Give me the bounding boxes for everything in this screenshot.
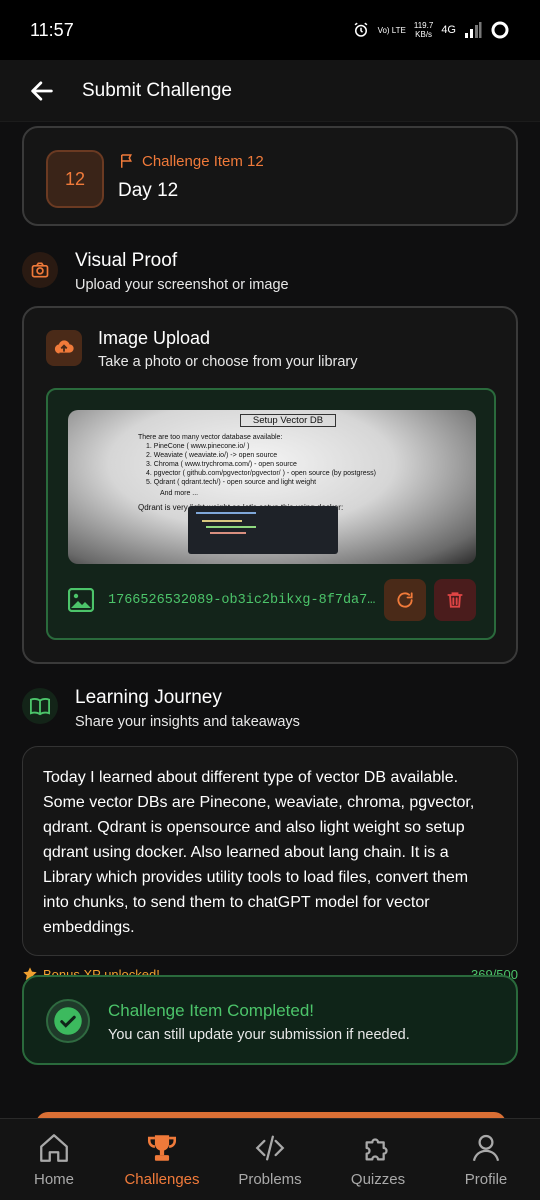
trophy-icon: [147, 1135, 177, 1161]
code-icon: [255, 1135, 285, 1161]
check-circle-icon: [46, 999, 90, 1043]
completed-title: Challenge Item Completed!: [108, 1001, 315, 1020]
preview-intro: There are too many vector database avail…: [138, 434, 283, 441]
flag-icon: [121, 154, 132, 168]
home-icon: [40, 1134, 68, 1162]
image-preview[interactable]: Setup Vector DB There are too many vecto…: [68, 410, 476, 564]
preview-content: Setup Vector DB There are too many vecto…: [138, 414, 438, 512]
image-upload-card[interactable]: Image Upload Take a photo or choose from…: [22, 306, 518, 664]
puzzle-icon: [365, 1138, 388, 1161]
bottom-nav: Home Challenges Problems Quizzes Profile: [0, 1118, 540, 1200]
trash-icon: [447, 592, 463, 608]
challenge-number-badge: 12: [46, 150, 104, 208]
image-file-icon: [68, 588, 94, 612]
battery-icon: [491, 21, 509, 39]
scroll-content[interactable]: 12 Challenge Item 12 Day 12 Visual Proof…: [0, 122, 540, 1118]
camera-icon: [22, 252, 58, 288]
refresh-icon: [397, 592, 413, 608]
back-arrow-icon[interactable]: [28, 77, 56, 105]
preview-list: 1. PineCone ( www.pinecone.io/ ) 2. Weav…: [138, 442, 438, 498]
image-upload-subtitle: Take a photo or choose from your library: [98, 354, 358, 370]
nav-quizzes[interactable]: Quizzes: [324, 1119, 432, 1200]
nav-problems[interactable]: Problems: [216, 1119, 324, 1200]
preview-code-block: [188, 506, 338, 554]
challenge-card: 12 Challenge Item 12 Day 12: [22, 126, 518, 226]
learning-journey-textarea[interactable]: Today I learned about different type of …: [22, 746, 518, 956]
nav-home[interactable]: Home: [0, 1119, 108, 1200]
file-name: 1766526532089-ob3ic2bikxg-8f7da7…: [108, 592, 376, 608]
preview-more: And more ...: [160, 490, 199, 497]
nav-label: Quizzes: [350, 1171, 406, 1188]
cloud-upload-icon: [46, 330, 82, 366]
learning-journey-title: Learning Journey: [75, 687, 222, 708]
nav-label: Home: [33, 1171, 74, 1188]
learning-journey-text[interactable]: Today I learned about different type of …: [23, 747, 517, 958]
replace-image-button[interactable]: [384, 579, 426, 621]
user-icon: [472, 1134, 500, 1162]
nav-label: Problems: [238, 1171, 302, 1188]
preview-line: 1. PineCone ( www.pinecone.io/ ): [146, 443, 250, 450]
preview-line: 3. Chroma ( www.trychroma.com/) - open s…: [146, 461, 297, 468]
volte-indicator: Vo) LTE: [377, 25, 406, 35]
image-upload-title: Image Upload: [98, 328, 211, 348]
nav-challenges[interactable]: Challenges: [108, 1119, 216, 1200]
status-time: 11:57: [30, 19, 74, 40]
delete-image-button[interactable]: [434, 579, 476, 621]
status-bar: 11:57 Vo) LTE 119.7 KB/s 4G: [0, 0, 540, 60]
preview-line: 2. Weaviate ( weaviate.io/) -> open sour…: [146, 452, 278, 459]
nav-label: Profile: [464, 1171, 508, 1188]
visual-proof-subtitle: Upload your screenshot or image: [75, 277, 289, 293]
learning-journey-subtitle: Share your insights and takeaways: [75, 714, 300, 730]
uploaded-image-box: Setup Vector DB There are too many vecto…: [46, 388, 496, 640]
completed-subtitle: You can still update your submission if …: [108, 1027, 410, 1043]
challenge-day: Day 12: [118, 180, 179, 201]
book-icon: [22, 688, 58, 724]
visual-proof-title: Visual Proof: [75, 250, 178, 271]
nav-profile[interactable]: Profile: [432, 1119, 540, 1200]
network-type: 4G: [441, 24, 456, 36]
preview-line: 5. Qdrant ( qdrant.tech/) - open source …: [146, 479, 317, 486]
preview-title: Setup Vector DB: [240, 414, 336, 427]
app-bar: Submit Challenge: [0, 60, 540, 122]
preview-line: 4. pgvector ( github.com/pgvector/pgvect…: [146, 470, 376, 477]
alarm-icon: [354, 22, 367, 37]
challenge-item-row: Challenge Item 12: [118, 152, 264, 170]
signal-icon: [465, 22, 482, 38]
completed-card: Challenge Item Completed! You can still …: [22, 975, 518, 1065]
nav-label: Challenges: [124, 1171, 200, 1188]
page-title: Submit Challenge: [82, 79, 232, 101]
challenge-item-label: Challenge Item 12: [142, 152, 264, 170]
network-speed: 119.7 KB/s: [413, 21, 434, 39]
status-icons: Vo) LTE 119.7 KB/s 4G: [352, 20, 510, 40]
